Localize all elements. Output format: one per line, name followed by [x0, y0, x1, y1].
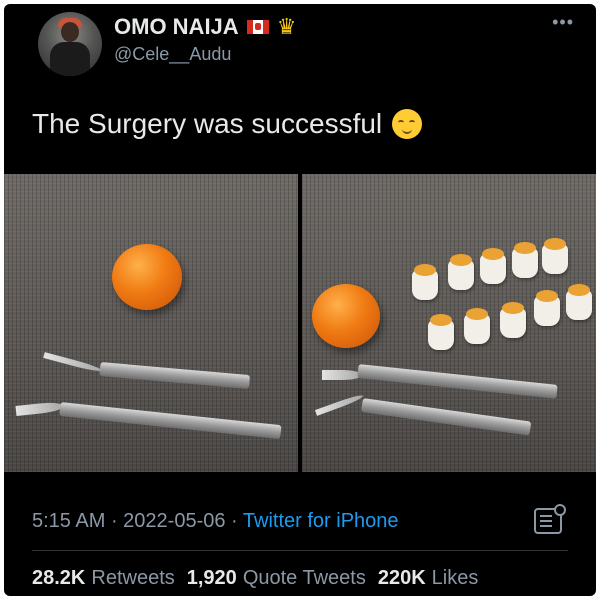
likes-count[interactable]: 220K: [378, 567, 426, 590]
quote-tweets-label[interactable]: Quote Tweets: [243, 567, 366, 590]
author-display-name[interactable]: OMO NAIJA: [114, 14, 239, 40]
orange-segment: [428, 314, 454, 350]
tweet-media[interactable]: [4, 174, 596, 474]
avatar-body: [50, 42, 90, 76]
crown-icon: ♛: [276, 14, 297, 39]
divider: [32, 550, 568, 551]
retweets-count[interactable]: 28.2K: [32, 567, 85, 590]
tweet-stats: 28.2K Retweets 1,920 Quote Tweets 220K L…: [32, 567, 484, 590]
tweet-date[interactable]: 2022-05-06: [123, 510, 225, 532]
tweezers-tip: [43, 352, 103, 374]
author-name-row[interactable]: OMO NAIJA ♛: [114, 14, 296, 40]
avatar[interactable]: [38, 12, 102, 76]
tweet-text-content: The Surgery was successful: [32, 108, 383, 139]
tweezers-tip: [314, 393, 365, 416]
more-options-icon[interactable]: •••: [552, 12, 574, 33]
tweezers: [99, 362, 251, 390]
tweet-meta: 5:15 AM · 2022-05-06 · Twitter for iPhon…: [32, 510, 399, 533]
scalpel-blade: [15, 401, 65, 416]
author-handle[interactable]: @Cele__Audu: [114, 44, 231, 65]
orange-segment: [542, 238, 568, 274]
retweets-label[interactable]: Retweets: [91, 567, 174, 590]
canada-flag-icon: [246, 20, 269, 34]
orange-segment: [512, 242, 538, 278]
scalpel: [59, 402, 282, 440]
analytics-icon[interactable]: [534, 504, 566, 534]
tweet-text: The Surgery was successful: [32, 108, 423, 140]
scalpel: [357, 364, 558, 399]
orange-segment: [480, 248, 506, 284]
tweet-source-link[interactable]: Twitter for iPhone: [243, 510, 399, 532]
avatar-head: [61, 22, 79, 42]
orange-segment: [534, 290, 560, 326]
meta-separator: ·: [105, 510, 124, 532]
meta-separator: ·: [225, 510, 243, 532]
tweet-time[interactable]: 5:15 AM: [32, 510, 105, 532]
orange-segment: [500, 302, 526, 338]
likes-label[interactable]: Likes: [432, 567, 479, 590]
orange-segment: [412, 264, 438, 300]
tweet-card: OMO NAIJA ♛ @Cele__Audu ••• The Surgery …: [4, 4, 596, 596]
orange-segment: [448, 254, 474, 290]
relieved-face-icon: [392, 109, 423, 139]
orange-segment: [566, 284, 592, 320]
scalpel-blade: [322, 370, 362, 380]
tweet-photo-before[interactable]: [4, 174, 298, 472]
orange-segment: [464, 308, 490, 344]
tweet-photo-after[interactable]: [302, 174, 596, 472]
tweezers: [361, 398, 532, 436]
quote-tweets-count[interactable]: 1,920: [187, 567, 237, 590]
orange-operated: [312, 284, 380, 348]
orange-whole: [112, 244, 182, 310]
